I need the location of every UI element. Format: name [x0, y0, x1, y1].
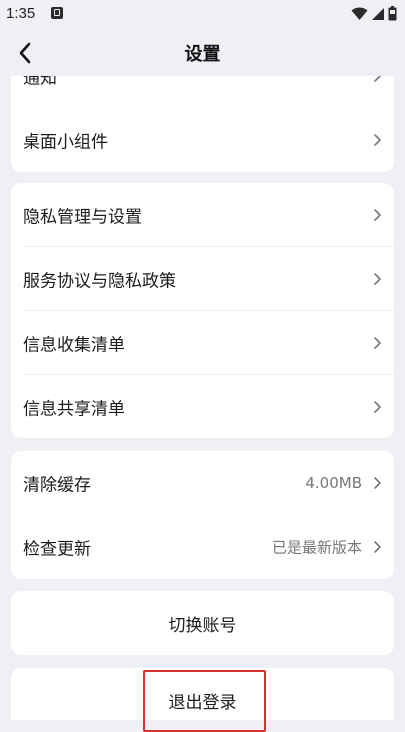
chevron-right-icon — [374, 273, 381, 285]
wifi-icon — [351, 7, 368, 20]
privacy-card: 隐私管理与设置 服务协议与隐私政策 信息收集清单 信息共享清单 — [11, 183, 394, 438]
chevron-right-icon — [374, 209, 381, 221]
storage-card: 清除缓存 4.00MB 检查更新 已是最新版本 — [11, 451, 394, 579]
chevron-right-icon — [374, 477, 381, 489]
general-card: 通知 桌面小组件 — [11, 76, 394, 172]
row-label: 桌面小组件 — [23, 132, 108, 153]
status-bar: 1:35 — [0, 0, 405, 30]
notification-icon — [51, 7, 63, 19]
row-label: 通知 — [23, 76, 57, 89]
chevron-right-icon — [374, 134, 381, 146]
clear-cache-row[interactable]: 清除缓存 4.00MB — [11, 451, 394, 515]
info-collection-row[interactable]: 信息收集清单 — [11, 311, 394, 375]
update-status-value: 已是最新版本 — [271, 538, 362, 557]
cache-size-value: 4.00MB — [305, 474, 362, 492]
service-agreement-row[interactable]: 服务协议与隐私政策 — [11, 247, 394, 311]
settings-list[interactable]: 通知 桌面小组件 隐私管理与设置 服务协议与隐私政策 信息收集清单 信息共享清单… — [0, 76, 405, 720]
row-label: 服务协议与隐私政策 — [23, 271, 176, 292]
row-label: 清除缓存 — [23, 475, 91, 496]
check-update-row[interactable]: 检查更新 已是最新版本 — [11, 515, 394, 579]
chevron-right-icon — [374, 401, 381, 413]
notification-settings-row[interactable]: 通知 — [11, 76, 394, 108]
switch-account-card: 切换账号 — [11, 591, 394, 655]
status-time: 1:35 — [6, 5, 36, 22]
row-label: 隐私管理与设置 — [23, 207, 142, 228]
chevron-right-icon — [374, 76, 381, 82]
logout-card: 退出登录 — [11, 668, 394, 720]
navigation-header: 设置 — [0, 30, 405, 76]
battery-icon — [388, 6, 397, 21]
logout-button[interactable]: 退出登录 — [11, 668, 394, 720]
signal-icon — [372, 7, 384, 20]
privacy-management-row[interactable]: 隐私管理与设置 — [11, 183, 394, 247]
chevron-right-icon — [374, 541, 381, 553]
row-label: 检查更新 — [23, 539, 91, 560]
row-label: 信息收集清单 — [23, 335, 125, 356]
row-label: 信息共享清单 — [23, 399, 125, 420]
desktop-widget-row[interactable]: 桌面小组件 — [11, 108, 394, 172]
status-icons — [351, 6, 397, 21]
info-sharing-row[interactable]: 信息共享清单 — [11, 375, 394, 439]
chevron-right-icon — [374, 337, 381, 349]
switch-account-button[interactable]: 切换账号 — [11, 591, 394, 655]
page-title: 设置 — [184, 44, 221, 65]
